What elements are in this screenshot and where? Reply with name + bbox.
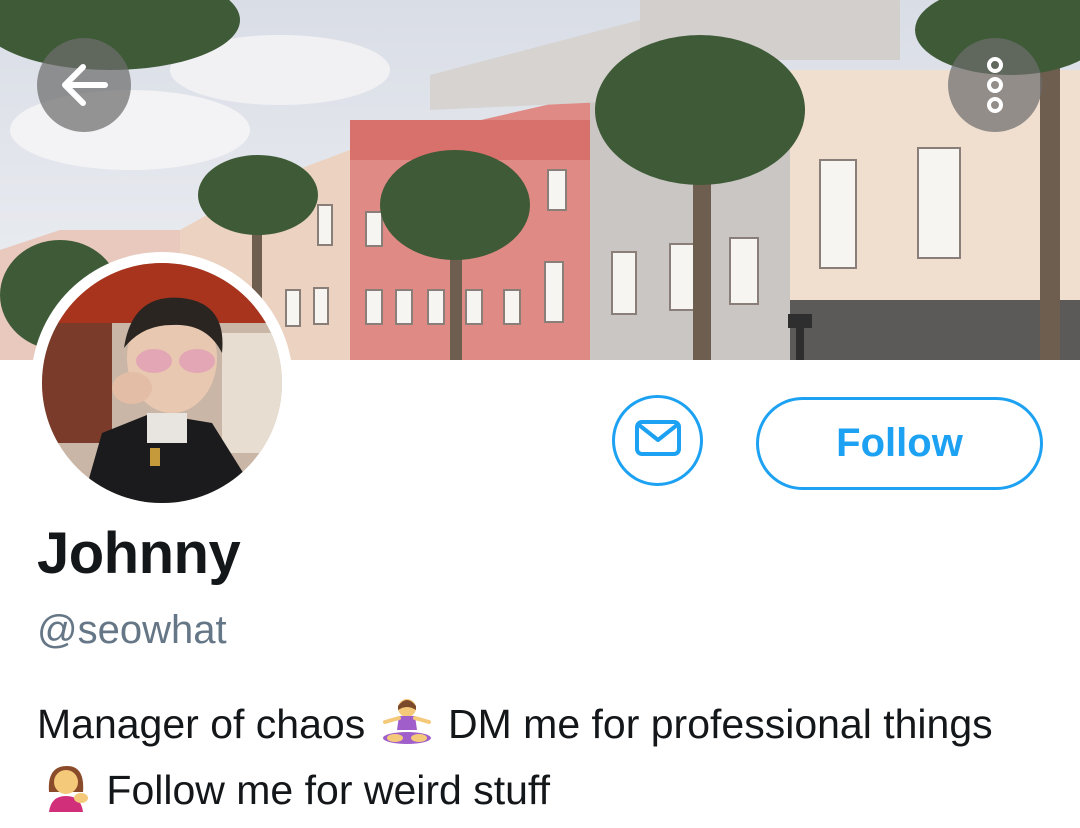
envelope-icon (634, 419, 682, 462)
bio-text-3: Follow me for weird stuff (106, 767, 550, 813)
profile-page: Follow Johnny @seowhat Manager of chaos … (0, 0, 1080, 828)
woman-in-lotus-position-emoji (381, 696, 433, 761)
arrow-left-icon (59, 63, 109, 107)
direct-message-button[interactable] (612, 395, 703, 486)
more-options-button[interactable] (948, 38, 1042, 132)
avatar-photo (42, 263, 282, 503)
bio-text-1: Manager of chaos (37, 701, 366, 747)
profile-bio: Manager of chaos DM me for professional … (37, 695, 1057, 827)
follow-button-label: Follow (836, 421, 963, 465)
more-vertical-icon (985, 55, 1005, 115)
bio-text-2: DM me for professional things (448, 701, 993, 747)
woman-tipping-hand-emoji (41, 762, 91, 827)
user-handle: @seowhat (37, 608, 227, 652)
display-name: Johnny (37, 521, 241, 586)
back-button[interactable] (37, 38, 131, 132)
avatar[interactable] (31, 252, 293, 514)
follow-button[interactable]: Follow (756, 397, 1043, 490)
